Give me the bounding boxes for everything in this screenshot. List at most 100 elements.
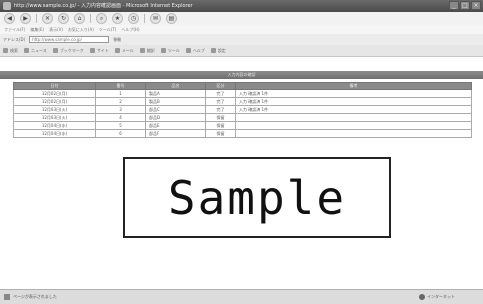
column-header: 番号: [95, 82, 146, 90]
link-icon: [3, 48, 8, 53]
table-cell: 2: [95, 97, 146, 106]
mail-icon[interactable]: ✉: [150, 13, 161, 24]
history-icon[interactable]: ◷: [128, 13, 139, 24]
menu-bar: ファイル(F) 編集(E) 表示(V) お気に入り(A) ツール(T) ヘルプ(…: [0, 25, 483, 34]
links-bar: 検索 ニュース ブックマーク サイト メール 翻訳 ツール ヘルプ 設定: [0, 45, 483, 57]
table-header-row: 日付 番号 品名 区分 備考: [13, 82, 472, 90]
window-titlebar: http://www.sample.co.jp/ - 入力内容確認画面 - Mi…: [0, 0, 483, 12]
table-cell: 12月04日(水): [13, 129, 96, 138]
status-bar: ページが表示されました インターネット: [0, 289, 483, 304]
go-button[interactable]: 移動: [113, 37, 121, 43]
link-icon: [89, 48, 95, 53]
address-label: アドレス(D): [3, 36, 26, 42]
table-cell: 5: [95, 121, 146, 130]
table-cell: [235, 129, 472, 138]
table-cell: 部品E: [145, 121, 206, 130]
table-cell: [235, 113, 472, 122]
table-row: 12月04日(水) 6 部品F 保留: [13, 129, 472, 138]
page-status-icon: [4, 294, 10, 300]
link-icon: [210, 48, 216, 53]
table-cell: 6: [95, 129, 146, 138]
link-icon: [52, 48, 58, 53]
table-cell: 12月03日(火): [13, 105, 96, 114]
link-item[interactable]: メール: [114, 48, 134, 54]
link-icon: [114, 48, 120, 53]
table-row: 12月03日(火) 4 部品D 保留: [13, 113, 472, 122]
menu-help[interactable]: ヘルプ(H): [121, 27, 139, 33]
minimize-button[interactable]: _: [449, 1, 459, 10]
home-icon[interactable]: ⌂: [74, 13, 85, 24]
table-cell: 4: [95, 113, 146, 122]
table-cell: 保留: [205, 113, 236, 122]
table-cell: 3: [95, 105, 146, 114]
globe-icon: [419, 294, 425, 300]
table-cell: 入力 確認済 1件: [235, 105, 472, 114]
link-item[interactable]: ツール: [160, 48, 180, 54]
column-header: 備考: [235, 82, 472, 90]
zone-label: インターネット: [427, 294, 455, 299]
table-row: 12月02日(月) 2 製品B 完了 入力 確認済 1件: [13, 97, 472, 106]
browser-app-icon: [3, 2, 11, 10]
table-row: 12月04日(水) 5 部品E 保留: [13, 121, 472, 130]
search-icon[interactable]: ⌕: [96, 13, 107, 24]
menu-edit[interactable]: 編集(E): [30, 27, 44, 33]
column-header: 日付: [13, 82, 96, 90]
toolbar-divider: [36, 14, 37, 23]
table-cell: 製品B: [145, 97, 206, 106]
page-header: 入力内容の確認: [0, 71, 483, 79]
table-cell: 12月04日(水): [13, 121, 96, 130]
data-table: 日付 番号 品名 区分 備考 12月02日(月) 1 製品A 完了 入力 確認済…: [13, 82, 472, 138]
menu-view[interactable]: 表示(V): [49, 27, 63, 33]
address-input[interactable]: [29, 36, 110, 43]
security-zone: インターネット: [419, 294, 455, 300]
link-item[interactable]: 翻訳: [139, 48, 155, 54]
address-bar: アドレス(D) 移動: [0, 34, 483, 45]
maximize-button[interactable]: □: [460, 1, 470, 10]
window-title: http://www.sample.co.jp/ - 入力内容確認画面 - Mi…: [14, 3, 193, 9]
table-cell: 12月02日(月): [13, 97, 96, 106]
table-cell: 部品D: [145, 113, 206, 122]
table-cell: 製品A: [145, 89, 206, 98]
table-cell: 保留: [205, 121, 236, 130]
link-item[interactable]: 検索: [3, 48, 18, 54]
table-cell: 1: [95, 89, 146, 98]
back-button[interactable]: ◀: [4, 13, 15, 24]
column-header: 品名: [145, 82, 206, 90]
print-icon[interactable]: ▤: [166, 13, 177, 24]
window-controls: _ □ ×: [449, 1, 481, 10]
menu-file[interactable]: ファイル(F): [4, 27, 25, 33]
sample-watermark: Sample: [123, 157, 391, 238]
table-cell: 保留: [205, 129, 236, 138]
table-cell: 完了: [205, 97, 236, 106]
table-cell: 完了: [205, 89, 236, 98]
forward-button[interactable]: ▶: [20, 13, 31, 24]
link-item[interactable]: ブックマーク: [52, 48, 84, 54]
menu-favorites[interactable]: お気に入り(A): [68, 27, 94, 33]
table-cell: 入力 確認済 1件: [235, 89, 472, 98]
link-icon: [185, 48, 191, 53]
table-row: 12月02日(月) 1 製品A 完了 入力 確認済 1件: [13, 89, 472, 98]
table-cell: 部品C: [145, 105, 206, 114]
menu-tools[interactable]: ツール(T): [99, 27, 117, 33]
column-header: 区分: [205, 82, 236, 90]
table-cell: 12月03日(火): [13, 113, 96, 122]
link-item[interactable]: サイト: [89, 48, 109, 54]
link-item[interactable]: ニュース: [24, 48, 47, 54]
table-row: 12月03日(火) 3 部品C 完了 入力 確認済 1件: [13, 105, 472, 114]
favorites-icon[interactable]: ★: [112, 13, 123, 24]
link-item[interactable]: ヘルプ: [185, 48, 205, 54]
table-cell: [235, 121, 472, 130]
link-icon: [24, 48, 29, 53]
link-icon: [160, 48, 166, 53]
table-cell: 完了: [205, 105, 236, 114]
stop-icon[interactable]: ✕: [42, 13, 53, 24]
browser-toolbar: ◀ ▶ ✕ ↻ ⌂ ⌕ ★ ◷ ✉ ▤: [0, 12, 483, 25]
table-cell: 12月02日(月): [13, 89, 96, 98]
refresh-icon[interactable]: ↻: [58, 13, 69, 24]
table-cell: 入力 確認済 1件: [235, 97, 472, 106]
link-item[interactable]: 設定: [210, 48, 226, 54]
close-button[interactable]: ×: [471, 1, 481, 10]
toolbar-divider: [144, 14, 145, 23]
link-icon: [139, 48, 145, 53]
status-text: ページが表示されました: [13, 294, 57, 299]
